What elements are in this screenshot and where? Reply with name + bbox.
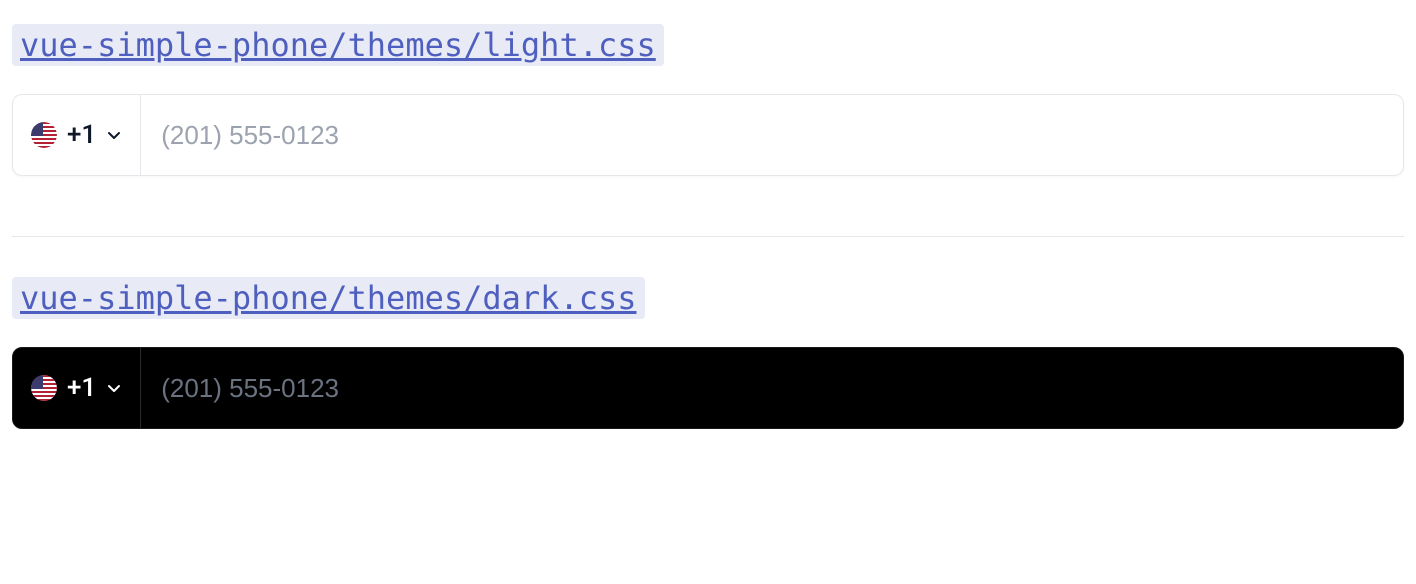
dial-code-light: +1 [67, 120, 96, 150]
theme-link-dark[interactable]: vue-simple-phone/themes/dark.css [12, 277, 645, 319]
phone-input-field-dark[interactable] [141, 348, 1403, 428]
country-selector-dark[interactable]: +1 [13, 348, 141, 428]
us-flag-icon [31, 122, 57, 148]
section-divider [12, 236, 1404, 237]
chevron-down-icon [106, 380, 122, 396]
chevron-down-icon [106, 127, 122, 143]
phone-input-field-light[interactable] [141, 95, 1403, 175]
country-selector-light[interactable]: +1 [13, 95, 141, 175]
theme-link-light[interactable]: vue-simple-phone/themes/light.css [12, 24, 664, 66]
phone-input-dark: +1 [12, 347, 1404, 429]
us-flag-icon [31, 375, 57, 401]
phone-input-light: +1 [12, 94, 1404, 176]
dial-code-dark: +1 [67, 373, 96, 403]
